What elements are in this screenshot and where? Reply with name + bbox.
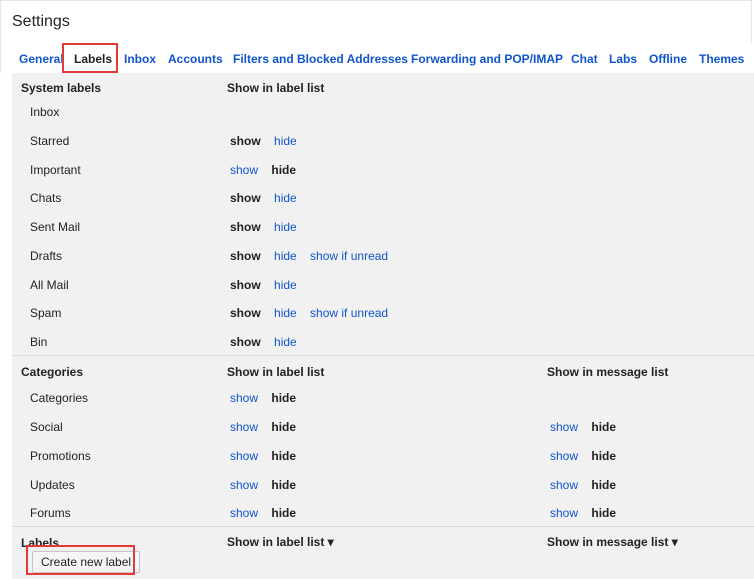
label-name: Sent Mail — [30, 220, 81, 234]
message-list-show-link[interactable]: show — [550, 478, 578, 492]
label-name: Important — [30, 163, 81, 177]
tab-offline[interactable]: Offline — [649, 52, 687, 66]
hide-option: hide — [271, 478, 297, 492]
show-link[interactable]: show — [230, 391, 258, 405]
hide-link[interactable]: hide — [274, 134, 297, 148]
show-option: show — [230, 278, 261, 292]
message-list-show-link[interactable]: show — [550, 420, 578, 434]
tab-forwarding[interactable]: Forwarding and POP/IMAP — [411, 52, 563, 66]
show-if-unread-link[interactable]: show if unread — [310, 306, 388, 320]
show-link[interactable]: show — [230, 163, 258, 177]
system-label-row: Spam show hide show if unread — [12, 298, 754, 327]
section-divider — [12, 526, 754, 527]
create-label-highlight — [26, 545, 135, 575]
system-label-row: Inbox — [12, 97, 754, 126]
message-list-hide-option: hide — [591, 478, 617, 492]
category-row: Categories show hide — [12, 383, 754, 412]
show-option: show — [230, 134, 261, 148]
message-list-hide-option: hide — [591, 420, 617, 434]
system-label-row: Important show hide — [12, 155, 754, 184]
hide-option: hide — [271, 449, 297, 463]
show-link[interactable]: show — [230, 449, 258, 463]
label-name: Bin — [30, 335, 48, 349]
section-divider — [12, 355, 754, 356]
tab-general[interactable]: General — [19, 52, 64, 66]
system-label-row: All Mail show hide — [12, 270, 754, 299]
category-row: Promotions show hide show hide — [12, 441, 754, 470]
categories-header: Categories — [21, 365, 84, 379]
settings-header: Settings — [0, 0, 752, 43]
label-name: Drafts — [30, 249, 63, 263]
tab-chat[interactable]: Chat — [571, 52, 598, 66]
tab-filters[interactable]: Filters and Blocked Addresses — [233, 52, 408, 66]
show-link[interactable]: show — [230, 420, 258, 434]
categories-show-in-message-list-header: Show in message list — [547, 365, 669, 379]
system-show-in-label-list-header: Show in label list — [227, 81, 325, 95]
system-label-row: Sent Mail show hide — [12, 212, 754, 241]
hide-link[interactable]: hide — [274, 220, 297, 234]
system-label-row: Chats show hide — [12, 183, 754, 212]
category-name: Updates — [30, 478, 75, 492]
show-option: show — [230, 220, 261, 234]
page-title: Settings — [12, 13, 70, 30]
show-link[interactable]: show — [230, 506, 258, 520]
hide-option: hide — [271, 420, 297, 434]
show-option: show — [230, 191, 261, 205]
tab-themes[interactable]: Themes — [699, 52, 744, 66]
hide-option: hide — [271, 163, 297, 177]
system-label-row: Drafts show hide show if unread — [12, 241, 754, 270]
categories-show-in-label-list-header: Show in label list — [227, 365, 325, 379]
message-list-show-link[interactable]: show — [550, 449, 578, 463]
category-row: Forums show hide show hide — [12, 498, 754, 527]
hide-link[interactable]: hide — [274, 249, 297, 263]
tab-labs[interactable]: Labs — [609, 52, 637, 66]
show-option: show — [230, 335, 261, 349]
hide-link[interactable]: hide — [274, 191, 297, 205]
labels-show-in-label-list-dropdown[interactable]: Show in label list ▾ — [227, 535, 334, 549]
labels-settings-panel: System labels Show in label list Inbox S… — [12, 73, 754, 579]
show-if-unread-link[interactable]: show if unread — [310, 249, 388, 263]
hide-link[interactable]: hide — [274, 278, 297, 292]
message-list-show-link[interactable]: show — [550, 506, 578, 520]
label-name: Starred — [30, 134, 70, 148]
category-name: Categories — [30, 391, 89, 405]
tab-inbox[interactable]: Inbox — [124, 52, 156, 66]
category-name: Social — [30, 420, 63, 434]
hide-link[interactable]: hide — [274, 306, 297, 320]
system-label-row: Bin show hide — [12, 327, 754, 356]
labels-tab-highlight — [62, 43, 118, 73]
hide-option: hide — [271, 506, 297, 520]
category-name: Forums — [30, 506, 71, 520]
category-name: Promotions — [30, 449, 91, 463]
label-name: Inbox — [30, 105, 60, 119]
show-option: show — [230, 306, 261, 320]
hide-option: hide — [271, 391, 297, 405]
message-list-hide-option: hide — [591, 449, 617, 463]
label-name: All Mail — [30, 278, 69, 292]
show-link[interactable]: show — [230, 478, 258, 492]
system-labels-header: System labels — [21, 81, 102, 95]
show-option: show — [230, 249, 261, 263]
category-row: Social show hide show hide — [12, 412, 754, 441]
label-name: Chats — [30, 191, 62, 205]
label-name: Spam — [30, 306, 62, 320]
hide-link[interactable]: hide — [274, 335, 297, 349]
message-list-hide-option: hide — [591, 506, 617, 520]
category-row: Updates show hide show hide — [12, 470, 754, 499]
labels-show-in-message-list-dropdown[interactable]: Show in message list ▾ — [547, 535, 678, 549]
tab-accounts[interactable]: Accounts — [168, 52, 223, 66]
system-label-row: Starred show hide — [12, 126, 754, 155]
